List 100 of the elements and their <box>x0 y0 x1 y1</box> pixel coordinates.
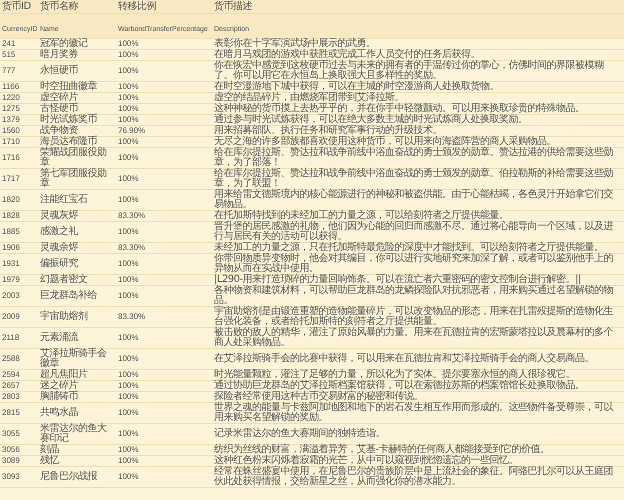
currency-name: 超凡焦阳片 <box>40 370 89 380</box>
currency-id: 2803 <box>2 392 21 402</box>
currency-name: 冠军的徽记 <box>40 39 88 49</box>
currency-description: 被击败的敌人的精华，灌注了原始风暴的力量。用来在瓦德拉肯的宏斯蒙塔拉以及晨幕村的多个商人处采购物品。 <box>214 328 614 348</box>
currency-description: 探险者经常使用这种古币交易财富的秘密和传说。 <box>214 392 423 402</box>
currency-description: 世界之魂的能量与卡兹阿加地图和地下的岩石发生相互作用而形成的。这些物件备受尊崇，可以用来购买名望解锁的奖励。 <box>214 403 614 423</box>
transfer-percentage: 100% <box>118 381 140 391</box>
transfer-percentage: 100% <box>118 195 140 205</box>
transfer-percentage: 100% <box>118 472 140 482</box>
currency-id: 1931 <box>2 259 21 269</box>
currency-description: 宇宙助熔剂是由锻造重塑的造物能量碎片，可以改变物品的形态，用来在扎雷殁提斯的造物化生台强化装备，或者给托加斯特的刻符者之厅提供能量。 <box>214 307 614 327</box>
currency-description: 在艾泽拉斯骑手会的比赛中获得，可以用来在瓦德拉肯和艾泽拉斯骑手会的商人交易商品。 <box>214 354 595 364</box>
currency-name: 迷之碎片 <box>40 381 80 391</box>
currency-id: 2815 <box>2 408 21 418</box>
currency-id: 1828 <box>2 211 21 221</box>
transfer-percentage: 83.30% <box>118 211 146 221</box>
currency-id: 1906 <box>2 243 21 253</box>
currency-description: 纺织为丝线的财富，满溢着异芳，艾基-卡赫特的任何商人都能接受到它的价值。 <box>214 445 551 455</box>
currency-id: 1560 <box>2 126 21 136</box>
currency-name: 荣耀战团服役勋章 <box>40 148 108 168</box>
transfer-percentage: 100% <box>118 39 140 49</box>
currency-id: 241 <box>2 39 16 49</box>
transfer-percentage: 100% <box>118 93 140 103</box>
transfer-percentage: 100% <box>118 291 140 301</box>
currency-id: 3093 <box>2 472 21 482</box>
currency-name: 虚空碎片 <box>40 93 80 103</box>
currency-name: 幻题者密文 <box>40 275 88 285</box>
currency-id: 1379 <box>2 115 21 125</box>
currency-name: 元素涌流 <box>40 333 80 343</box>
transfer-percentage: 100% <box>118 370 140 380</box>
column-header: 货币ID <box>2 0 32 13</box>
currency-description: 未经加工的力量之源，只在托加斯特最危险的深度中才能找到。可以给刻符者之厅提供能量。 <box>214 243 604 253</box>
currency-id: 2657 <box>2 381 21 391</box>
currency-id: 515 <box>2 50 16 60</box>
transfer-percentage: 100% <box>118 392 140 402</box>
currency-name: 时空扭曲徽章 <box>40 82 98 92</box>
transfer-percentage: 100% <box>118 82 140 92</box>
transfer-percentage: 100% <box>118 354 140 364</box>
transfer-percentage: 100% <box>118 115 140 125</box>
currency-id: 1710 <box>2 137 21 147</box>
currency-name: 胸脯铸币 <box>40 392 79 402</box>
currency-description: 你带回物质异变物时，他会对其编目，你可以进行实地研究来加深了解，或者可以鉴别他手上的异物从而在实战中使用。 <box>214 254 614 274</box>
transfer-percentage: 100% <box>118 174 140 184</box>
column-header: 货币描述 <box>214 0 253 13</box>
currency-id: 3089 <box>2 456 21 466</box>
currency-id: 2009 <box>2 312 21 322</box>
currency-name: 时光试炼奖币 <box>40 115 98 125</box>
transfer-percentage: 76.90% <box>118 126 146 136</box>
currency-name: 残忆 <box>40 456 60 466</box>
currency-id: 1166 <box>2 82 20 92</box>
currency-id: 2003 <box>2 291 21 301</box>
currency-description: 这种神秘的货币摸上去热乎乎的，并在你手中轻微颤动。可以用来换取珍贵的特殊物品。 <box>214 104 586 114</box>
currency-name: 海员达布隆币 <box>40 137 98 147</box>
column-header: 货币名称 <box>40 0 79 13</box>
transfer-percentage: 100% <box>118 66 140 76</box>
currency-name: 偏振研究 <box>40 259 79 269</box>
currency-id: 3056 <box>2 445 21 455</box>
currency-name: 宇宙助熔剂 <box>40 312 88 322</box>
currency-description: 记录米雷达尔的鱼大赛期间的独特造诣。 <box>214 429 386 439</box>
currency-description: 晋升堡的居民感激的礼物，他们因为心能的回归而感激不尽。通过将心能导向一个区域，以及进行与居民有关的活动可以获得。 <box>214 222 614 242</box>
currency-id: 3055 <box>2 429 21 439</box>
currency-name: 刻晶 <box>40 445 59 455</box>
currency-description: 虚空的结晶碎片，由燃烧军团带到艾泽拉斯。 <box>214 93 404 103</box>
currency-id: 1885 <box>2 227 21 237</box>
transfer-percentage: 100% <box>118 429 140 439</box>
transfer-percentage: 100% <box>118 456 140 466</box>
currency-id: 2594 <box>2 370 21 380</box>
currency-name: 永恒硬币 <box>40 66 79 76</box>
currency-name: 米雷达尔的鱼大赛印记 <box>40 424 108 444</box>
currency-description: 用来给雷文德斯境内的核心能源进行的神秘和被盗供能。由于心能枯竭，各色灵汁开始拿它们交易物品。 <box>214 190 614 210</box>
currency-name: 感激之礼 <box>40 227 80 237</box>
currency-description: 各种物资和建筑材料，可以帮助巨龙群岛的龙鳞探险队对抗邪恶者，用来购买通过名望解锁的物品。 <box>214 286 614 306</box>
currency-name: 巨龙群岛补给 <box>40 291 98 301</box>
currency-description: 在托加斯特找到的未经加工的力量之源，可以给刻符者之厅提供能量。 <box>214 211 508 221</box>
currency-description: 这种红色粉末闪烁着寂霜的光芒，从中可以窥视到恍惚遗忘的一些回忆。 <box>214 456 519 466</box>
transfer-percentage: 100% <box>118 50 140 60</box>
transfer-percentage: 100% <box>118 333 140 343</box>
currency-name: 灵魂余烬 <box>40 243 79 253</box>
currency-name: 注能红宝石 <box>40 195 89 205</box>
currency-description: 表彰你在十字军演武场中展示的武勇。 <box>214 39 376 49</box>
currency-description: 在暗月马戏团的游戏中获胜或完成工作人员交付的任务后获得。 <box>214 50 480 60</box>
currency-description: 无尽之海的许多部族都喜欢使用这种货币，可以用来向海盗阵营的商人采购物品。 <box>214 137 557 147</box>
currency-description: 给在库尔提拉斯、赞达拉和战争前线中浴血奋战的勇士颁发的勋章。伯拉勒斯的补给需要这些勋章，为了联盟！ <box>214 169 614 189</box>
transfer-percentage: 100% <box>118 408 140 418</box>
currency-id: 1220 <box>2 93 21 103</box>
transfer-percentage: 100% <box>118 275 140 285</box>
currency-description: 通过协助巨龙群岛的艾泽拉斯档案馆获得，可以在索德拉苏斯的档案馆馆长处换取物品。 <box>214 381 586 391</box>
currency-description: 给在库尔提拉斯、赞达拉和战争前线中浴血奋战的勇士颁发的勋章。赞达拉港的供给需要这些勋章，为了部落！ <box>214 148 614 168</box>
currency-description: |L290-用来打造琐碎的力量回响饰条。可以在流亡者六重密码的密文控制台进行解密。|| <box>214 275 582 285</box>
currency-name: 灵魂灰烬 <box>40 211 79 221</box>
currency-description: 经常在蛛丝盛宴中使用，在尼鲁巴尔的贵族阶层中是上流社会的象征。阿骆巴扎尔可以从王庭团伙此处获得情报，交给新星之丝，从而强化你的潜水能力。 <box>214 467 614 487</box>
currency-description: 通过参与时光试炼获得，可以在绝大多数主城的时光试炼商人处换取奖励。 <box>214 115 528 125</box>
transfer-percentage: 100% <box>118 227 140 237</box>
currency-name: 暗月奖券 <box>40 50 79 60</box>
transfer-percentage: 100% <box>118 259 140 269</box>
currency-name: 战争物资 <box>40 126 79 136</box>
transfer-percentage: 100% <box>118 153 140 163</box>
transfer-percentage: 83.30% <box>118 312 146 322</box>
currency-id: 1820 <box>2 195 21 205</box>
currency-description: 在时空漫游地下城中获得，可以在主城的时空漫游商人处换取货物。 <box>214 82 500 92</box>
